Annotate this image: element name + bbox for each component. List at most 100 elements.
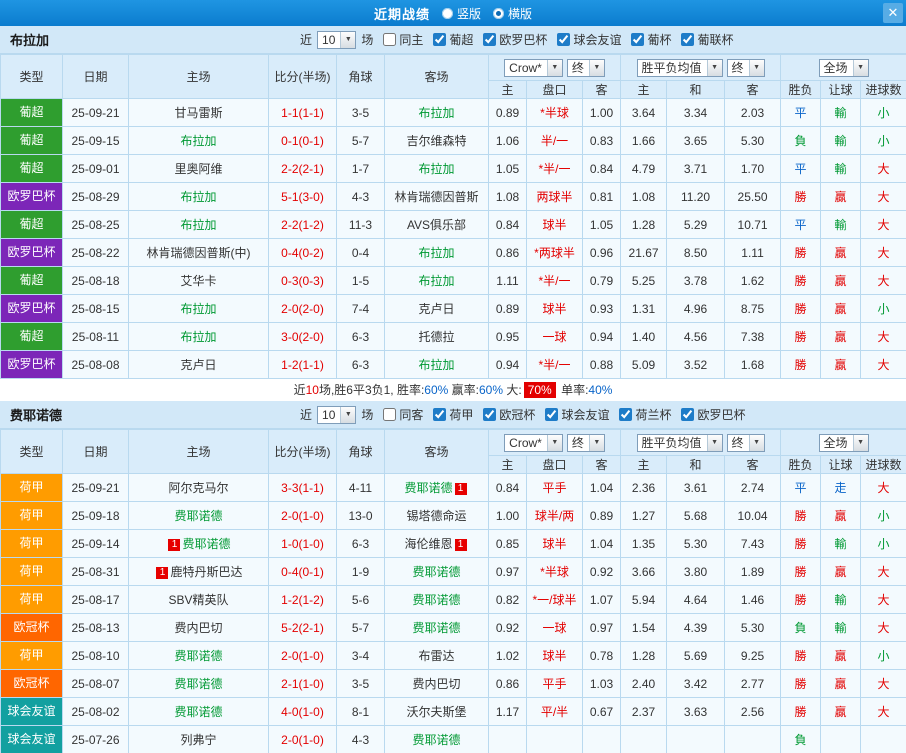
date-cell: 25-09-21 [63, 99, 129, 127]
league-filter-checkbox[interactable]: 同主 [383, 31, 423, 48]
checkbox-input[interactable] [631, 33, 644, 46]
league-filter-checkbox[interactable]: 球会友谊 [557, 31, 621, 48]
subcol-handicap-result: 让球 [821, 81, 861, 99]
checkbox-input[interactable] [545, 408, 558, 421]
col-header-home: 主场 [129, 55, 269, 99]
scope-select[interactable]: 全场▼ [819, 59, 869, 77]
chevron-down-icon: ▼ [749, 60, 764, 76]
asian-home-odds-cell: 1.06 [489, 127, 527, 155]
summary-row: 近10场,胜6平3负1, 胜率:60% 赢率:60% 大:70% 单率:40% [0, 379, 906, 401]
league-filter-checkbox[interactable]: 欧罗巴杯 [483, 31, 547, 48]
radio-icon [442, 8, 453, 19]
checkbox-input[interactable] [681, 408, 694, 421]
layout-option-vertical[interactable]: 竖版 [442, 5, 481, 22]
away-team-cell: 吉尔维森特 [385, 127, 489, 155]
odds-time-select[interactable]: 终▼ [567, 59, 605, 77]
home-team-cell: 费耶诺德 [129, 698, 269, 726]
away-team-cell: 布拉加 [385, 99, 489, 127]
asian-away-odds-cell: 0.92 [583, 558, 621, 586]
odds-time-select[interactable]: 终▼ [567, 434, 605, 452]
near-label: 近 [300, 31, 312, 48]
checkbox-input[interactable] [681, 33, 694, 46]
checkbox-input[interactable] [619, 408, 632, 421]
league-filter-checkbox[interactable]: 荷甲 [433, 406, 473, 423]
chevron-down-icon: ▼ [707, 435, 722, 451]
league-badge: 荷甲 [1, 642, 62, 669]
away-team-cell: 克卢日 [385, 295, 489, 323]
record-table: 类型 日期 主场 比分(半场) 角球 客场 Crow*▼终▼ 胜平负均值▼终▼ … [0, 429, 906, 753]
wdl-metric-select[interactable]: 胜平负均值▼ [637, 59, 723, 77]
handicap-result-cell: 贏 [821, 351, 861, 379]
filter-bar: 近10▼场同主葡超欧罗巴杯球会友谊葡杯葡联杯 [300, 26, 733, 53]
score-cell: 2-0(1-0) [269, 502, 337, 530]
chevron-down-icon: ▼ [340, 407, 355, 423]
league-filter-checkbox[interactable]: 葡超 [433, 31, 473, 48]
corner-cell: 3-5 [337, 99, 385, 127]
league-filter-checkbox[interactable]: 欧罗巴杯 [681, 406, 745, 423]
summary-segment: 10 [306, 383, 319, 397]
result-cell: 勝 [781, 351, 821, 379]
near-count-select[interactable]: 10▼ [317, 406, 356, 424]
checkbox-input[interactable] [383, 33, 396, 46]
near-count-select[interactable]: 10▼ [317, 31, 356, 49]
wdl-home-cell: 4.79 [621, 155, 667, 183]
checkbox-input[interactable] [433, 408, 446, 421]
red-card-badge: 1 [168, 539, 180, 551]
result-cell: 負 [781, 614, 821, 642]
sections-container: 布拉加 近10▼场同主葡超欧罗巴杯球会友谊葡杯葡联杯 类型 日期 主场 比分(半… [0, 26, 906, 753]
asian-handicap-cell: 球半/两 [527, 502, 583, 530]
corner-cell: 5-7 [337, 614, 385, 642]
corner-cell: 3-4 [337, 642, 385, 670]
wdl-away-cell: 9.25 [725, 642, 781, 670]
checkbox-input[interactable] [557, 33, 570, 46]
col-header-date: 日期 [63, 430, 129, 474]
close-button[interactable]: ✕ [883, 3, 903, 23]
checkbox-label: 葡杯 [647, 31, 671, 48]
goals-result-cell: 小 [861, 642, 906, 670]
checkbox-input[interactable] [483, 408, 496, 421]
checkbox-input[interactable] [433, 33, 446, 46]
goals-result-cell: 大 [861, 211, 906, 239]
league-filter-checkbox[interactable]: 葡联杯 [681, 31, 733, 48]
radio-icon [493, 8, 504, 19]
wdl-home-cell [621, 726, 667, 753]
league-cell: 葡超 [1, 155, 63, 183]
team-name-text: 克卢日 [418, 302, 454, 316]
topbar: 近期战绩 竖版 横版 ✕ [0, 0, 906, 26]
home-team-cell: 阿尔克马尔 [129, 474, 269, 502]
team-name-text: 沃尔夫斯堡 [406, 705, 466, 719]
summary-segment: 60% [424, 383, 448, 397]
subcol-wdl-home: 主 [621, 456, 667, 474]
result-cell: 負 [781, 127, 821, 155]
league-filter-checkbox[interactable]: 球会友谊 [545, 406, 609, 423]
asian-handicap-cell: *两球半 [527, 239, 583, 267]
checkbox-input[interactable] [383, 408, 396, 421]
asian-home-odds-cell: 0.89 [489, 295, 527, 323]
layout-option-horizontal[interactable]: 横版 [493, 5, 532, 22]
asian-handicap-cell: 平/半 [527, 698, 583, 726]
league-filter-checkbox[interactable]: 荷兰杯 [619, 406, 671, 423]
handicap-result-cell [821, 726, 861, 753]
result-cell: 平 [781, 99, 821, 127]
wdl-time-select[interactable]: 终▼ [727, 59, 765, 77]
odds-company-select[interactable]: Crow*▼ [504, 59, 563, 77]
home-team-cell: 1鹿特丹斯巴达 [129, 558, 269, 586]
wdl-time-select[interactable]: 终▼ [727, 434, 765, 452]
league-filter-checkbox[interactable]: 葡杯 [631, 31, 671, 48]
score-cell: 2-0(1-0) [269, 642, 337, 670]
handicap-result-cell: 輸 [821, 211, 861, 239]
asian-home-odds-cell: 0.85 [489, 530, 527, 558]
wdl-home-cell: 1.35 [621, 530, 667, 558]
checkbox-input[interactable] [483, 33, 496, 46]
corner-cell: 7-4 [337, 295, 385, 323]
corner-cell: 1-5 [337, 267, 385, 295]
asian-handicap-cell: *半/一 [527, 155, 583, 183]
odds-company-select[interactable]: Crow*▼ [504, 434, 563, 452]
result-cell: 負 [781, 726, 821, 753]
league-filter-checkbox[interactable]: 欧冠杯 [483, 406, 535, 423]
league-filter-checkbox[interactable]: 同客 [383, 406, 423, 423]
scope-select[interactable]: 全场▼ [819, 434, 869, 452]
home-team-cell: SBV精英队 [129, 586, 269, 614]
subcol-wdl-draw: 和 [667, 81, 725, 99]
wdl-metric-select[interactable]: 胜平负均值▼ [637, 434, 723, 452]
